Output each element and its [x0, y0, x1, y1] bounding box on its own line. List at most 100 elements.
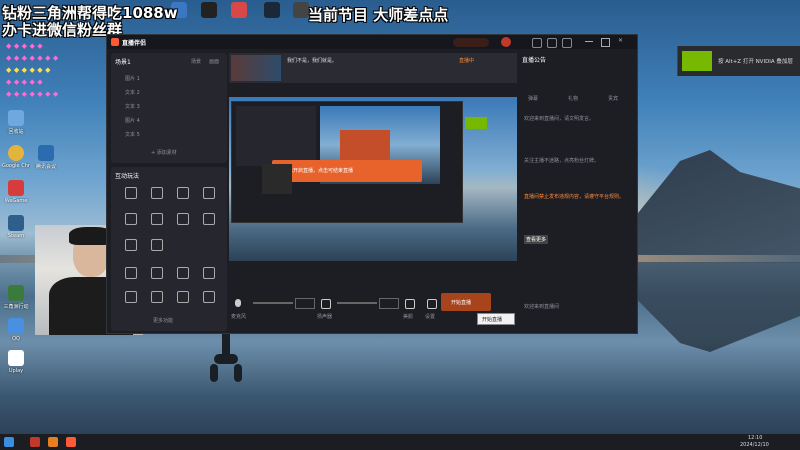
tab-danmaku[interactable]: 弹幕: [528, 95, 538, 102]
maximize-icon[interactable]: [601, 38, 610, 47]
preview-area: 我们不是，我们就是。 直播中 当前已开启直播，点击可结束直播 麦克风 扬声器 美…: [229, 53, 517, 333]
desktop-icon[interactable]: Google Chrome: [2, 145, 30, 169]
chrome-icon: [8, 145, 24, 161]
icon-label: 三角洲行动: [3, 304, 29, 310]
nested-panel: [236, 106, 316, 166]
beauty-icon[interactable]: [405, 299, 415, 309]
start-icon[interactable]: [4, 437, 14, 447]
desktop-icon[interactable]: [195, 2, 223, 18]
speaker-label: 扬声器: [317, 314, 333, 320]
app-title: 直播伴侣: [122, 40, 147, 47]
mic-volume-slider[interactable]: [253, 302, 293, 304]
tab-gift[interactable]: 礼物: [568, 95, 578, 102]
scene-header[interactable]: 场景1: [115, 57, 131, 66]
live-status-button[interactable]: [453, 38, 489, 47]
live-status-text: 直播中: [459, 58, 475, 64]
app-icon: [201, 2, 217, 18]
start-live-label: 开始直播: [451, 300, 472, 306]
nvidia-notification[interactable]: 按 Alt+Z 打开 NVIDIA 叠加层: [677, 46, 800, 76]
tool-icon[interactable]: [177, 291, 189, 303]
settings-icon[interactable]: [547, 38, 557, 48]
more-features-button[interactable]: 更多功能: [153, 317, 173, 324]
close-icon[interactable]: ✕: [618, 37, 623, 44]
desktop-icon[interactable]: 回收站: [2, 110, 30, 135]
avatar[interactable]: [501, 37, 511, 47]
sticker-icon[interactable]: [203, 213, 215, 225]
chat-decoration: ◆ ◆ ◆ ◆ ◆ ◆ ◆: [6, 90, 59, 98]
tool-icon[interactable]: [203, 291, 215, 303]
link-icon[interactable]: [151, 187, 163, 199]
icon-label: 腾讯会议: [35, 164, 56, 170]
app-taskbar-icon[interactable]: [30, 437, 40, 447]
room-icon[interactable]: [151, 267, 163, 279]
stream-preview[interactable]: 当前已开启直播，点击可结束直播: [229, 97, 517, 261]
overlay-title-line2: 办卡进微信粉丝群: [2, 21, 123, 39]
view-more-link[interactable]: 查看更多: [524, 235, 549, 244]
stream-title[interactable]: 我们不是，我们就是。: [287, 57, 337, 64]
tooltip: 开始直播: [477, 313, 515, 325]
gear-icon[interactable]: [562, 38, 572, 48]
microphone-icon[interactable]: [235, 299, 241, 307]
speaker-icon[interactable]: [321, 299, 331, 309]
tab-vip[interactable]: 贵宾: [608, 95, 618, 102]
desktop-icon[interactable]: WeGame: [2, 180, 30, 204]
steam-icon: [8, 215, 24, 231]
pk-icon[interactable]: [177, 187, 189, 199]
steam-icon: [264, 2, 280, 18]
tooltip-text: 开始直播: [482, 317, 503, 323]
clock-date[interactable]: 2024/12/10: [740, 442, 769, 448]
desktop-icon[interactable]: QQ: [2, 318, 30, 342]
footer-text: 欢迎来到直播间: [524, 304, 560, 310]
icon-label: QQ: [12, 336, 20, 342]
app-taskbar-icon[interactable]: [48, 437, 58, 447]
desktop-icon[interactable]: Uplay: [2, 350, 30, 374]
meeting-icon: [38, 145, 54, 161]
settings-label: 设置: [425, 314, 436, 320]
scene-panel: 场景1 场景 画面 图片 1 文本 2 文本 3 图片 4 文本 5 + 添加素…: [111, 53, 227, 163]
desktop-icon[interactable]: Steam: [2, 215, 30, 239]
more-icon[interactable]: [151, 239, 163, 251]
mic-volume-value[interactable]: [295, 298, 315, 309]
source-item[interactable]: 图片 4: [125, 117, 140, 124]
top-toolbar: 我们不是，我们就是。 直播中: [229, 53, 517, 83]
tool-icon[interactable]: [151, 291, 163, 303]
nvidia-logo-icon: [682, 51, 712, 71]
vote-icon[interactable]: [203, 187, 215, 199]
bag-icon[interactable]: [125, 213, 137, 225]
settings-icon[interactable]: [427, 299, 437, 309]
desktop-icon[interactable]: 腾讯会议: [32, 145, 60, 170]
effect-icon[interactable]: [125, 239, 137, 251]
source-item[interactable]: 文本 2: [125, 89, 140, 96]
start-live-button[interactable]: 开始直播: [441, 293, 491, 311]
source-item[interactable]: 文本 5: [125, 131, 140, 138]
tab-scene[interactable]: 场景: [191, 58, 201, 65]
qq-icon: [8, 318, 24, 334]
message-icon[interactable]: [532, 38, 542, 48]
desktop-icon[interactable]: 三角洲行动: [2, 285, 30, 310]
task-center-icon[interactable]: [125, 267, 137, 279]
task-icon[interactable]: [177, 213, 189, 225]
clock-time[interactable]: 12:10: [748, 435, 762, 441]
speaker-volume-value[interactable]: [379, 298, 399, 309]
app-taskbar-icon[interactable]: [66, 437, 76, 447]
add-source-button[interactable]: + 添加素材: [151, 149, 177, 156]
speaker-volume-slider[interactable]: [337, 302, 377, 304]
mic-label: 麦克风: [231, 314, 247, 320]
notice-banner: 当前已开启直播，点击可结束直播: [272, 160, 422, 182]
desktop-icon[interactable]: [258, 2, 286, 18]
source-item[interactable]: 图片 1: [125, 75, 140, 82]
redpacket-icon[interactable]: [151, 213, 163, 225]
gift-manage-icon[interactable]: [177, 267, 189, 279]
tool-icon[interactable]: [125, 291, 137, 303]
minimize-icon[interactable]: [585, 41, 593, 42]
desktop-icon[interactable]: [225, 2, 253, 18]
nested-webcam: [262, 164, 292, 194]
tab-canvas[interactable]: 画面: [209, 58, 219, 65]
interact-header: 互动玩法: [115, 173, 140, 180]
app-logo-icon: [111, 38, 119, 46]
beauty-label: 美颜: [403, 314, 414, 320]
gift-icon[interactable]: [125, 187, 137, 199]
source-item[interactable]: 文本 3: [125, 103, 140, 110]
minigame-icon[interactable]: [203, 267, 215, 279]
live-companion-window: 直播伴侣 ✕ 场景1 场景 画面 图片 1 文本 2 文本 3 图片 4 文本 …: [106, 34, 638, 334]
